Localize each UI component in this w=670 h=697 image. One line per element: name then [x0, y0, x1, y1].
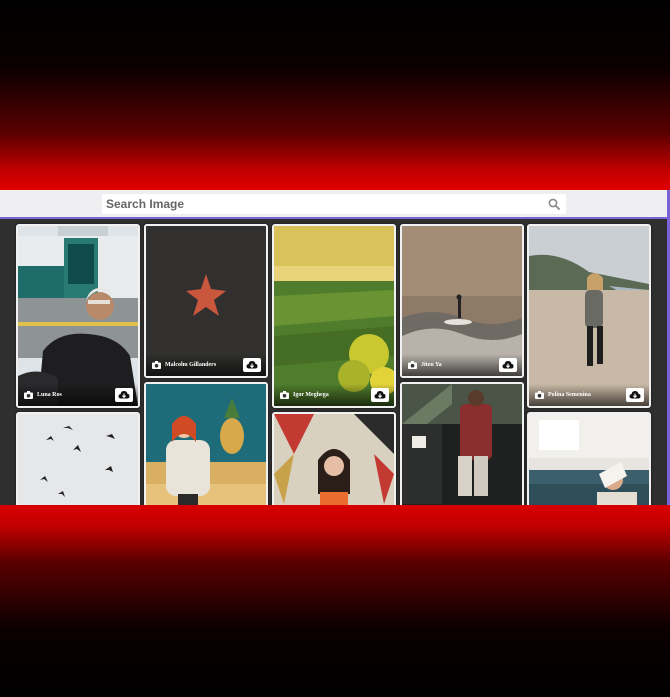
- author-name: Igor Meghega: [293, 392, 329, 398]
- photo-green-hills: [274, 226, 394, 406]
- search-icon[interactable]: [546, 196, 562, 212]
- image-caption: Igor Meghega: [274, 384, 394, 406]
- cloud-download-icon: [629, 391, 641, 399]
- download-button[interactable]: [499, 358, 517, 372]
- image-card[interactable]: [400, 382, 524, 505]
- image-grid: Luna Ros Malcolm Gillanders Igor Meghega…: [0, 219, 667, 505]
- cloud-download-icon: [374, 391, 386, 399]
- photo-man-leather-jacket: [18, 226, 138, 406]
- download-button[interactable]: [115, 388, 133, 402]
- author-name: Malcolm Gillanders: [165, 362, 217, 368]
- image-card[interactable]: [144, 382, 268, 505]
- cloud-download-icon: [502, 361, 514, 369]
- download-button[interactable]: [371, 388, 389, 402]
- image-caption: Malcolm Gillanders: [146, 354, 266, 376]
- image-card[interactable]: [527, 412, 651, 505]
- photo-woman-sofa-book: [529, 414, 649, 505]
- camera-icon: [152, 361, 161, 369]
- photo-woman-reading-window: [402, 384, 522, 505]
- camera-icon: [24, 391, 33, 399]
- camera-icon: [280, 391, 289, 399]
- image-caption: Jiten Ya: [402, 354, 522, 376]
- image-caption: Polina Semenina: [529, 384, 649, 406]
- camera-icon: [408, 361, 417, 369]
- download-button[interactable]: [626, 388, 644, 402]
- image-card[interactable]: Igor Meghega: [272, 224, 396, 408]
- cloud-download-icon: [118, 391, 130, 399]
- author-name: Luna Ros: [37, 392, 62, 398]
- image-card[interactable]: Jiten Ya: [400, 224, 524, 378]
- image-card[interactable]: [16, 412, 140, 505]
- author-name: Polina Semenina: [548, 392, 591, 398]
- image-card[interactable]: Polina Semenina: [527, 224, 651, 408]
- search-bar: [0, 190, 667, 219]
- gallery-viewport: Luna Ros: [0, 190, 670, 505]
- image-caption: Luna Ros: [18, 384, 138, 406]
- author-name: Jiten Ya: [421, 362, 442, 368]
- red-glow-bottom: [0, 505, 670, 697]
- photo-woman-beach: [529, 226, 649, 406]
- image-card[interactable]: Luna Ros: [16, 224, 140, 408]
- red-glow-top: [0, 0, 670, 190]
- image-card[interactable]: [272, 412, 396, 505]
- photo-woman-pineapple: [146, 384, 266, 505]
- search-box[interactable]: [102, 194, 566, 214]
- image-card[interactable]: Malcolm Gillanders: [144, 224, 268, 378]
- search-input[interactable]: [102, 195, 546, 213]
- camera-icon: [535, 391, 544, 399]
- download-button[interactable]: [243, 358, 261, 372]
- photo-woman-patterned-wall: [274, 414, 394, 505]
- photo-birds-flying: [18, 414, 138, 505]
- cloud-download-icon: [246, 361, 258, 369]
